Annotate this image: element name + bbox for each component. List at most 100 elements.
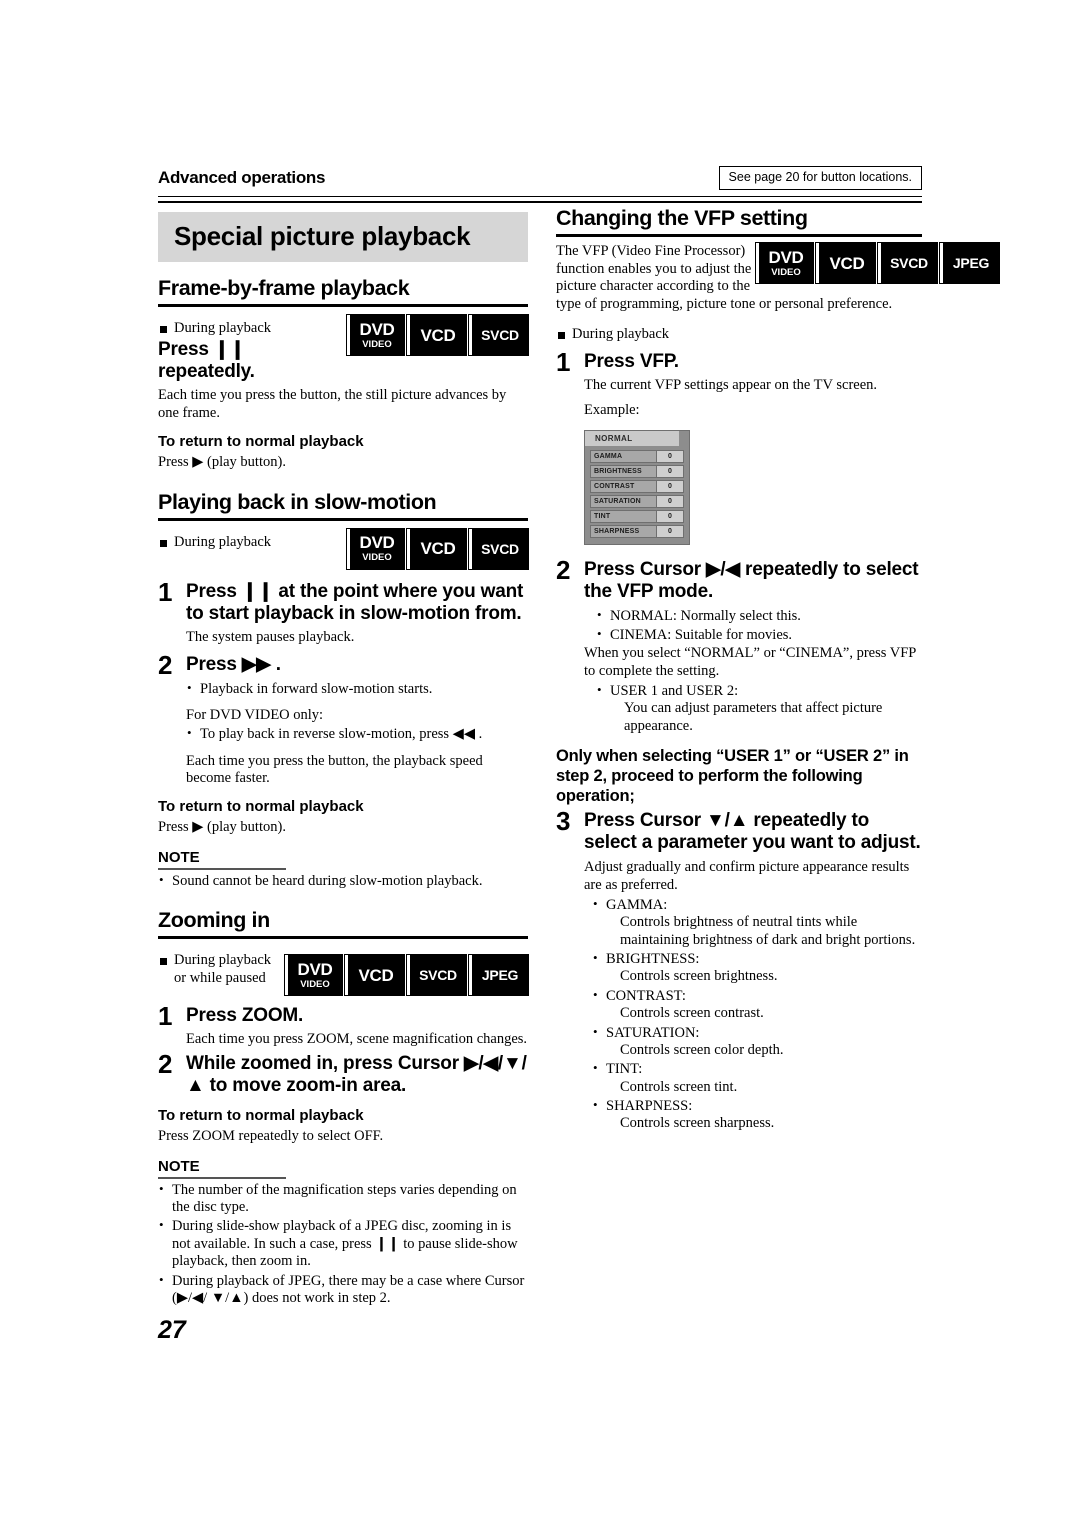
vfp-row-sharpness[interactable]: SHARPNESS 0: [590, 524, 684, 538]
vfp-row-gamma[interactable]: GAMMA 0: [590, 449, 684, 463]
vfp-value: 0: [656, 525, 683, 537]
parameter-name: CONTRAST:: [606, 987, 686, 1004]
section-slow-motion: Playing back in slow-motion During playb…: [158, 490, 528, 891]
section-heading-vfp: Changing the VFP setting: [556, 206, 922, 237]
list-item: SHARPNESS: Controls screen sharpness.: [593, 1097, 922, 1133]
badge-vcd: VCD: [345, 955, 404, 996]
section-label: Advanced operations: [158, 168, 326, 187]
disc-badges: DVD VIDEO VCD SVCD: [347, 528, 528, 569]
note-list: Sound cannot be heard during slow-motion…: [158, 872, 528, 890]
badge-jpeg: JPEG: [940, 243, 999, 283]
list-item: CONTRAST: Controls screen contrast.: [593, 987, 922, 1023]
step-description: Each time you press ZOOM, scene magnific…: [186, 1031, 528, 1048]
parameter-desc: Controls screen tint.: [620, 1078, 738, 1095]
section-zooming-in: Zooming in During playback or while paus…: [158, 908, 528, 1307]
speed-text: Each time you press the button, the play…: [186, 752, 483, 787]
list-item: During playback of JPEG, there may be a …: [159, 1272, 528, 1308]
note-divider: [158, 1176, 286, 1179]
list-item: SATURATION: Controls screen color depth.: [593, 1024, 922, 1060]
parameter-list: GAMMA: Controls brightness of neutral ti…: [584, 896, 922, 1133]
badge-dvd-video: DVD VIDEO: [347, 528, 404, 569]
vfp-value: 0: [656, 450, 683, 462]
step-instruction: Press ▶▶ .: [186, 654, 281, 676]
parameter-desc: Controls screen brightness.: [620, 968, 778, 985]
section-heading: Frame-by-frame playback: [158, 276, 528, 307]
step-instruction: Press Cursor ▶/◀ repeatedly to select th…: [584, 558, 919, 602]
vfp-value: 0: [656, 465, 683, 477]
condition-label: During playback: [158, 534, 347, 551]
button-locations-note: See page 20 for button locations.: [718, 166, 922, 190]
badge-svcd: SVCD: [878, 243, 937, 283]
manual-page: Advanced operations See page 20 for butt…: [0, 0, 1080, 1528]
step2-body: When you select “NORMAL” or “CINEMA”, pr…: [584, 645, 916, 680]
vfp-value: 0: [656, 495, 683, 507]
vfp-row-contrast[interactable]: CONTRAST 0: [590, 479, 684, 493]
parameter-desc: Controls screen sharpness.: [620, 1115, 775, 1132]
list-item: BRIGHTNESS: Controls screen brightness.: [593, 950, 922, 986]
section-heading: Zooming in: [158, 908, 528, 940]
condition-label: During playback or while paused: [158, 952, 285, 987]
instruction-text: Press ❙❙ repeatedly.: [158, 339, 255, 383]
intro-line-2: function enables you to adjust the: [556, 260, 752, 277]
vfp-row-saturation[interactable]: SATURATION 0: [590, 494, 684, 508]
disc-badges: DVD VIDEO VCD SVCD: [347, 315, 528, 355]
vfp-label: TINT: [594, 512, 611, 520]
step-number: 2: [556, 554, 571, 585]
right-column: Changing the VFP setting The VFP (Video …: [556, 206, 999, 1133]
return-text: Press ▶ (play button).: [158, 453, 286, 470]
parameter-desc: Controls screen contrast.: [620, 1005, 764, 1022]
vfp-label: CONTRAST: [594, 482, 635, 490]
badge-svcd: SVCD: [407, 955, 466, 996]
badge-jpeg: JPEG: [469, 955, 528, 996]
parameter-desc: Controls screen color depth.: [620, 1041, 784, 1058]
vfp-value: 0: [656, 480, 683, 492]
vfp-value: 0: [656, 510, 683, 522]
page-title: Special picture playback: [158, 212, 528, 262]
badge-svcd: SVCD: [469, 315, 528, 355]
step-3: 3 Press Cursor ▼/▲ repeatedly to select …: [556, 806, 922, 1133]
step-instruction: Press ❙❙ at the point where you want to …: [186, 580, 524, 624]
note-list: The number of the magnification steps va…: [158, 1181, 528, 1308]
page-number: 27: [158, 1316, 186, 1344]
step-instruction: While zoomed in, press Cursor ▶/◀/▼/ ▲ t…: [186, 1052, 527, 1096]
step-1: 1 Press ZOOM. Each time you press ZOOM, …: [158, 1001, 528, 1049]
condition-label: During playback: [158, 320, 347, 337]
intro-line-1: The VFP (Video Fine Processor): [556, 243, 746, 259]
condition-label: During playback: [556, 326, 922, 343]
example-label: Example:: [584, 401, 640, 418]
vfp-row-brightness[interactable]: BRIGHTNESS 0: [590, 464, 684, 478]
step-description: The system pauses playback.: [186, 628, 355, 645]
parameter-name: TINT:: [606, 1061, 643, 1078]
list-item: CINEMA: Suitable for movies.: [597, 626, 922, 644]
vfp-label: SHARPNESS: [594, 527, 640, 535]
header-divider: [158, 196, 922, 203]
badge-vcd: VCD: [407, 528, 466, 569]
vfp-row-tint[interactable]: TINT 0: [590, 509, 684, 523]
vfp-label: SATURATION: [594, 497, 641, 505]
intro-line-3: picture character according to the: [556, 278, 751, 295]
dvd-only-label: For DVD VIDEO only:: [186, 706, 324, 723]
list-item: NORMAL: Normally select this.: [597, 607, 922, 625]
vfp-label: GAMMA: [594, 452, 623, 460]
step-number: 2: [158, 1048, 173, 1079]
return-text: Press ZOOM repeatedly to select OFF.: [158, 1128, 384, 1144]
step-number: 2: [158, 650, 173, 681]
step-instruction: Press VFP.: [584, 351, 679, 373]
vfp-label: BRIGHTNESS: [594, 467, 642, 475]
step-2: 2 Press ▶▶ . Playback in forward slow-mo…: [158, 650, 528, 788]
parameter-name: SATURATION:: [606, 1024, 700, 1041]
return-text: Press ▶ (play button).: [158, 819, 286, 836]
disc-badges: DVD VIDEO VCD SVCD JPEG: [756, 243, 999, 283]
parameter-name: SHARPNESS:: [606, 1098, 693, 1115]
badge-dvd-video: DVD VIDEO: [285, 955, 342, 996]
vfp-parameter-rows: GAMMA 0 BRIGHTNESS 0 CONTRAST 0 SATURATI…: [585, 447, 689, 538]
parameter-name: BRIGHTNESS:: [606, 950, 700, 967]
section-heading: Playing back in slow-motion: [158, 490, 528, 521]
vfp-mode-title: NORMAL: [585, 430, 679, 447]
list-item-desc: You can adjust parameters that affect pi…: [624, 700, 883, 734]
step-2: 2 While zoomed in, press Cursor ▶/◀/▼/ ▲…: [158, 1049, 528, 1097]
parameter-name: GAMMA:: [606, 896, 668, 913]
step-number: 1: [556, 347, 571, 378]
step-instruction: Press Cursor ▼/▲ repeatedly to select a …: [584, 810, 921, 854]
return-heading: To return to normal playback: [158, 798, 364, 816]
